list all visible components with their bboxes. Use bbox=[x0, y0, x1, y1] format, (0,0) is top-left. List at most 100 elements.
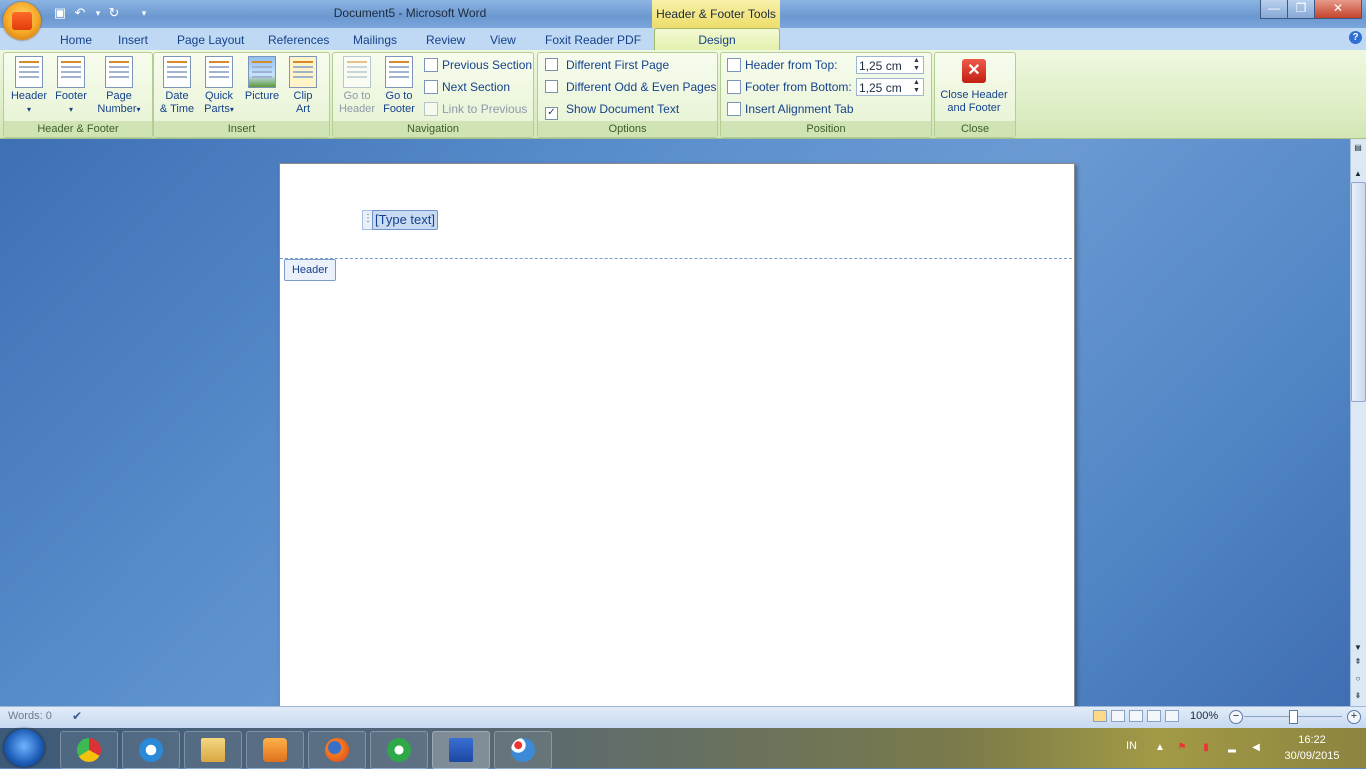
tab-insert[interactable]: Insert bbox=[118, 31, 148, 49]
different-odd-even-label: Different Odd & Even Pages bbox=[566, 80, 717, 94]
next-section-icon bbox=[424, 80, 438, 94]
group-label-header-footer: Header & Footer bbox=[4, 121, 152, 137]
undo-dropdown-icon[interactable]: ▾ bbox=[90, 5, 106, 21]
spinner-arrows-icon[interactable]: ▲ ▼ bbox=[913, 79, 921, 95]
spinner-arrows-icon[interactable]: ▲ ▼ bbox=[913, 57, 921, 73]
next-page-icon[interactable]: ⇟ bbox=[1351, 690, 1365, 702]
zoom-out-button[interactable]: − bbox=[1229, 710, 1243, 724]
link-to-previous-button[interactable]: Link to Previous bbox=[424, 100, 527, 118]
insert-alignment-tab-button[interactable]: Insert Alignment Tab bbox=[727, 100, 854, 118]
close-red-x-icon: ✕ bbox=[962, 59, 986, 83]
zoom-in-button[interactable]: + bbox=[1347, 710, 1361, 724]
close-header-footer-button[interactable]: ✕ Close Header and Footer bbox=[936, 56, 1012, 115]
close-window-button[interactable]: ✕ bbox=[1314, 0, 1362, 19]
scroll-up-arrow-icon[interactable]: ▲ bbox=[1351, 168, 1365, 180]
word-count[interactable]: Words: 0 bbox=[8, 710, 52, 722]
action-center-icon[interactable]: ⚑ bbox=[1176, 742, 1188, 754]
scrollbar-thumb[interactable] bbox=[1351, 182, 1366, 402]
header-from-top-spinner[interactable]: 1,25 cm ▲ ▼ bbox=[856, 56, 924, 74]
web-layout-icon[interactable] bbox=[1129, 710, 1143, 722]
document-page[interactable] bbox=[279, 163, 1075, 725]
volume-icon[interactable]: ◀ bbox=[1250, 742, 1262, 754]
quick-parts-button[interactable]: Quick Parts▾ bbox=[198, 56, 240, 116]
proofing-check-icon[interactable]: ✔ bbox=[72, 709, 88, 723]
language-indicator[interactable]: IN bbox=[1126, 740, 1137, 752]
restore-button[interactable]: ❐ bbox=[1287, 0, 1315, 19]
picture-label: Picture bbox=[244, 90, 280, 102]
page-number-icon bbox=[105, 56, 133, 88]
footer-button[interactable]: Footer ▾ bbox=[50, 56, 92, 116]
minimize-button[interactable]: — bbox=[1260, 0, 1288, 19]
previous-section-button[interactable]: Previous Section bbox=[424, 56, 532, 74]
tab-references[interactable]: References bbox=[268, 31, 329, 49]
clip-art-label-2: Art bbox=[295, 103, 311, 115]
date-time-button[interactable]: Date & Time bbox=[157, 56, 197, 116]
full-screen-reading-icon[interactable] bbox=[1111, 710, 1125, 722]
different-odd-even-checkbox[interactable]: Different Odd & Even Pages bbox=[545, 78, 717, 96]
different-first-page-checkbox[interactable]: Different First Page bbox=[545, 56, 669, 74]
quick-parts-icon bbox=[205, 56, 233, 88]
page-number-button[interactable]: Page Number▾ bbox=[92, 56, 146, 116]
previous-section-icon bbox=[424, 58, 438, 72]
camtasia-icon[interactable] bbox=[370, 731, 428, 769]
clip-art-button[interactable]: Clip Art bbox=[284, 56, 322, 116]
word-icon[interactable] bbox=[432, 731, 490, 769]
chrome-icon[interactable] bbox=[60, 731, 118, 769]
footer-icon bbox=[57, 56, 85, 88]
previous-page-icon[interactable]: ⇞ bbox=[1351, 656, 1365, 668]
firefox-icon[interactable] bbox=[308, 731, 366, 769]
show-document-text-checkbox[interactable]: ✓ Show Document Text bbox=[545, 100, 679, 120]
tab-mailings[interactable]: Mailings bbox=[353, 31, 397, 49]
office-button[interactable] bbox=[3, 2, 41, 40]
internet-explorer-icon[interactable] bbox=[122, 731, 180, 769]
customize-qat-icon[interactable]: ▾ bbox=[136, 5, 152, 21]
go-to-header-button[interactable]: Go to Header bbox=[336, 56, 378, 116]
tab-home[interactable]: Home bbox=[60, 31, 92, 49]
show-hidden-icons-icon[interactable]: ▲ bbox=[1154, 742, 1166, 754]
power-icon[interactable]: ▮ bbox=[1200, 742, 1212, 754]
different-odd-even-check[interactable] bbox=[545, 80, 558, 93]
tab-view[interactable]: View bbox=[490, 31, 516, 49]
start-button[interactable] bbox=[4, 729, 44, 767]
picture-button[interactable]: Picture bbox=[240, 56, 284, 103]
previous-section-label: Previous Section bbox=[442, 58, 533, 72]
tab-review[interactable]: Review bbox=[426, 31, 465, 49]
ruler-toggle-icon[interactable]: ▤ bbox=[1351, 142, 1365, 154]
footer-from-bottom-spinner[interactable]: 1,25 cm ▲ ▼ bbox=[856, 78, 924, 96]
tab-page-layout[interactable]: Page Layout bbox=[177, 31, 244, 49]
go-to-footer-label-1: Go to bbox=[385, 90, 413, 102]
print-layout-view-icon[interactable] bbox=[1093, 710, 1107, 722]
zoom-slider-knob[interactable] bbox=[1289, 710, 1298, 724]
undo-icon[interactable]: ↶ bbox=[72, 5, 88, 21]
different-first-page-label: Different First Page bbox=[566, 58, 670, 72]
footer-button-label: Footer bbox=[55, 90, 87, 102]
group-label-close: Close bbox=[935, 121, 1015, 137]
clock-time[interactable]: 16:22 bbox=[1282, 734, 1342, 746]
picture-icon bbox=[248, 56, 276, 88]
zoom-level[interactable]: 100% bbox=[1190, 710, 1218, 722]
draft-view-icon[interactable] bbox=[1165, 710, 1179, 722]
file-explorer-icon[interactable] bbox=[184, 731, 242, 769]
quick-parts-label-2: Parts bbox=[204, 103, 230, 115]
help-icon[interactable]: ? bbox=[1349, 31, 1362, 44]
tab-foxit-reader-pdf[interactable]: Foxit Reader PDF bbox=[545, 31, 641, 49]
next-section-button[interactable]: Next Section bbox=[424, 78, 510, 96]
date-time-label-2: & Time bbox=[159, 103, 195, 115]
go-to-footer-icon bbox=[385, 56, 413, 88]
header-position-icon bbox=[727, 58, 741, 72]
clock-date[interactable]: 30/09/2015 bbox=[1282, 750, 1342, 762]
go-to-footer-button[interactable]: Go to Footer bbox=[378, 56, 420, 116]
redo-icon[interactable]: ↻ bbox=[106, 5, 122, 21]
header-placeholder-text[interactable]: [Type text] bbox=[372, 210, 438, 230]
select-browse-object-icon[interactable]: ○ bbox=[1351, 673, 1365, 685]
header-button[interactable]: Header ▾ bbox=[8, 56, 50, 116]
scroll-down-arrow-icon[interactable]: ▼ bbox=[1351, 642, 1365, 654]
date-time-label-1: Date bbox=[165, 90, 189, 102]
media-player-icon[interactable] bbox=[246, 731, 304, 769]
save-icon[interactable]: ▣ bbox=[52, 5, 68, 21]
paint-icon[interactable] bbox=[494, 731, 552, 769]
show-document-text-check[interactable]: ✓ bbox=[545, 107, 558, 120]
network-signal-icon[interactable]: ▂ bbox=[1226, 742, 1238, 754]
outline-view-icon[interactable] bbox=[1147, 710, 1161, 722]
different-first-page-check[interactable] bbox=[545, 58, 558, 71]
